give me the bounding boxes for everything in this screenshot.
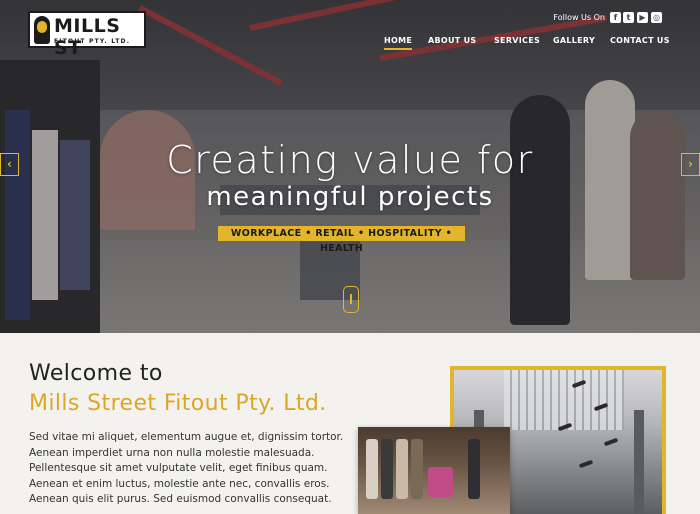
hero-tagline: WORKPLACE • RETAIL • HOSPITALITY • HEALT… <box>218 226 465 254</box>
clothing-item <box>468 439 480 499</box>
mall-glass-roof <box>504 370 624 430</box>
hero-subtitle: meaningful projects <box>206 182 494 212</box>
follow-label: Follow Us On <box>553 13 605 22</box>
site-logo[interactable]: MILLS ST FITOUT PTY. LTD. <box>28 11 146 59</box>
scroll-down-icon[interactable] <box>343 286 359 313</box>
nav-about-us[interactable]: ABOUT US <box>428 36 477 45</box>
welcome-heading: Welcome to <box>29 361 163 386</box>
hero-title: Creating value for <box>166 138 534 182</box>
clothing-item <box>428 467 453 497</box>
youtube-icon[interactable]: ▶ <box>637 12 648 23</box>
clothing-item <box>411 439 423 499</box>
clothing-item <box>366 439 378 499</box>
owl-logo-icon <box>34 16 50 44</box>
mall-pillar <box>634 410 644 514</box>
retail-photo <box>358 427 510 514</box>
instagram-icon[interactable]: ◎ <box>651 12 662 23</box>
nav-contact-us[interactable]: CONTACT US <box>610 36 670 45</box>
company-name-heading: Mills Street Fitout Pty. Ltd. <box>29 391 327 416</box>
clothing-item <box>396 439 408 499</box>
clothing-item <box>381 439 393 499</box>
twitter-icon[interactable]: t <box>623 12 634 23</box>
welcome-body-text: Sed vitae mi aliquet, elementum augue et… <box>29 431 344 505</box>
nav-gallery[interactable]: GALLERY <box>553 36 595 45</box>
nav-home[interactable]: HOME <box>384 36 413 50</box>
nav-services[interactable]: SERVICES <box>494 36 540 45</box>
logo-subtitle: FITOUT PTY. LTD. <box>54 38 131 45</box>
logo-name: MILLS ST <box>54 15 121 59</box>
facebook-icon[interactable]: f <box>610 12 621 23</box>
